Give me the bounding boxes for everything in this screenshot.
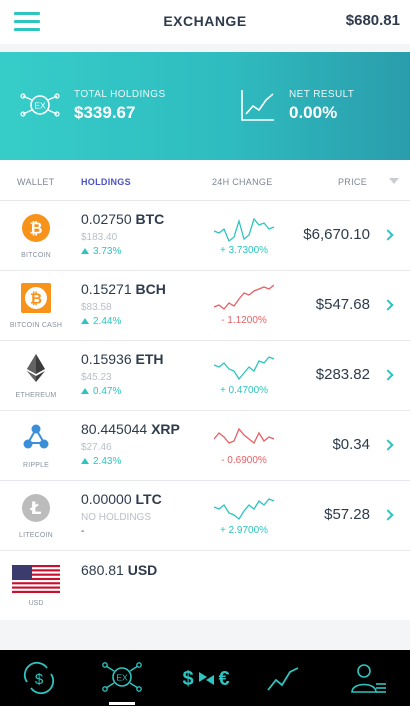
wallet-name: USD [28,600,44,607]
24h-change: + 3.7300% [219,245,269,256]
24h-change: + 2.9700% [219,525,269,536]
wallet-name: RIPPLE [22,462,50,469]
line-chart-icon [241,90,274,121]
chevron-right-icon[interactable] [382,299,394,311]
24h-change: - 1.1200% [221,315,267,326]
up-triangle-icon [81,458,89,464]
holding-amount: 0.02750 BTC [81,211,165,227]
ethereum-icon [27,354,45,382]
svg-text:EX: EX [116,673,128,683]
holding-amount: 0.15271 BCH [81,281,166,297]
holding-amount: 80.445044 XRP [81,421,180,437]
holding-amount: 680.81 USD [81,562,158,578]
holding-amount: 0.00000 LTC [81,491,162,507]
sparkline [214,356,274,381]
holding-percentage: 2.44% [81,316,121,327]
coin-price: $57.28 [324,506,370,523]
up-triangle-icon [81,318,89,324]
us-flag-icon [12,565,60,593]
bitcoin-icon: ₿ [22,214,50,242]
ex-icon: EX [20,93,60,117]
column-wallet[interactable]: WALLET [17,177,54,187]
bitcoin-cash-icon: ₿ [21,283,51,313]
column-24h-change[interactable]: 24H CHANGE [212,177,273,187]
up-triangle-icon [81,388,89,394]
tab-convert[interactable]: $ € [180,660,234,696]
coin-row-ltc[interactable]: Ł LITECOIN 0.00000 LTC NO HOLDINGS - + 2… [0,481,410,551]
sparkline [214,498,274,520]
fiat-row-usd[interactable]: USD 680.81 USD [0,551,410,621]
holdings-list: WALLET HOLDINGS 24H CHANGE PRICE ₿ BITCO… [0,160,410,620]
coin-price: $547.68 [315,296,370,313]
wallet-name: LITECOIN [19,532,53,539]
column-header: WALLET HOLDINGS 24H CHANGE PRICE [0,160,410,201]
tab-exchange[interactable]: EX [100,660,144,696]
svg-text:$: $ [35,671,44,688]
litecoin-icon: Ł [22,494,50,522]
currency-swap-icon: $ € [182,668,229,690]
coin-price: $283.82 [315,366,370,383]
chevron-right-icon[interactable] [382,229,394,241]
total-holdings-value: $339.67 [74,103,136,122]
holding-fiat-value: NO HOLDINGS [81,512,152,523]
24h-change: - 0.6900% [221,455,267,466]
svg-text:€: € [218,668,229,690]
trend-icon [267,667,299,691]
coin-price: $0.34 [332,436,370,453]
ripple-icon [23,424,49,449]
svg-text:₿: ₿ [30,290,42,308]
tab-profile[interactable] [346,660,390,696]
sparkline [214,217,274,243]
24h-change: + 0.4700% [219,385,269,396]
header-balance: $680.81 [345,12,400,29]
top-bar: EXCHANGE $680.81 [0,0,410,44]
coin-price: $6,670.10 [303,226,370,243]
chevron-right-icon[interactable] [382,509,394,521]
holding-fiat-value: $45.23 [81,372,112,383]
sparkline [214,284,274,310]
holding-amount: 0.15936 ETH [81,351,164,367]
holding-fiat-value: $183.40 [81,232,118,243]
tab-wallet[interactable]: $ [17,660,61,696]
coin-row-eth[interactable]: ETHEREUM 0.15936 ETH $45.23 0.47% + 0.47… [0,341,410,411]
holding-percentage: 3.73% [81,246,121,257]
chevron-right-icon[interactable] [382,369,394,381]
svg-text:Ł: Ł [30,499,42,519]
holding-percentage: 0.47% [81,386,121,397]
holding-fiat-value: $27.46 [81,442,112,453]
wallet-name: BITCOIN CASH [9,322,63,329]
sparkline [214,427,274,445]
total-holdings-label: TOTAL HOLDINGS [74,89,166,100]
holding-fiat-value: $83.58 [81,302,112,313]
net-result-label: NET RESULT [289,89,355,100]
sort-arrow-icon[interactable] [389,178,399,184]
dollar-cycle-icon: $ [23,661,55,695]
up-triangle-icon [81,248,89,254]
holding-percentage: - [81,526,85,537]
column-holdings[interactable]: HOLDINGS [81,177,131,187]
coin-row-xrp[interactable]: RIPPLE 80.445044 XRP $27.46 2.43% - 0.69… [0,411,410,481]
column-price[interactable]: PRICE [338,177,367,187]
net-result-value: 0.00% [289,103,338,122]
chevron-right-icon[interactable] [382,439,394,451]
holding-percentage: 2.43% [81,456,121,467]
wallet-name: BITCOIN [21,252,51,259]
svg-text:₿: ₿ [29,219,42,238]
wallet-name: ETHEREUM [15,392,57,399]
tab-charts[interactable] [262,660,306,696]
bottom-tab-bar: $ EX $ € [0,650,410,706]
active-tab-indicator [109,702,135,705]
coin-row-bch[interactable]: ₿ BITCOIN CASH 0.15271 BCH $83.58 2.44% … [0,271,410,341]
ex-icon: EX [102,662,142,692]
svg-text:$: $ [182,668,193,690]
profile-icon [351,664,386,693]
coin-row-btc[interactable]: ₿ BITCOIN 0.02750 BTC $183.40 3.73% + 3.… [0,201,410,271]
holdings-summary: EX TOTAL HOLDINGS $339.67 NET RESULT 0.0… [0,52,410,160]
svg-text:EX: EX [34,101,46,111]
